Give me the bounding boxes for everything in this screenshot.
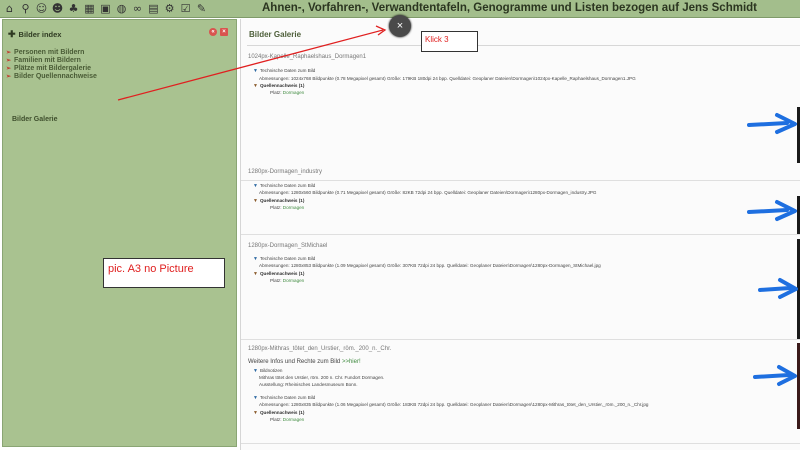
plus-icon[interactable]: ✚ [8,29,16,40]
tech-details: Abmessungen: 1280x853 Bildpunkte (1.09 M… [259,263,601,268]
settings-icon[interactable]: ⚙ [162,1,177,16]
site-title: Ahnen-, Vorfahren-, Verwandtentafeln, Ge… [262,2,757,14]
place-row: Platz: Dormagen [270,278,305,283]
triangle-down-icon: ▼ [253,271,258,277]
source-toggle[interactable]: ▼ Quellennachweis (1) [253,83,304,89]
source-toggle[interactable]: ▼ Quellennachweis (1) [253,198,304,204]
arrow-right-icon: ➢ [6,50,12,56]
arrow-right-icon [747,200,797,221]
sidebar-header: ✚ Bilder index [8,29,61,40]
arrow-right-icon [758,278,798,299]
main-content: Bilder Galerie 1024px-Kapelle_Raphaelsha… [240,19,800,450]
person-icon[interactable]: ☺ [34,1,49,16]
triangle-down-icon: ▼ [253,183,258,189]
close-button[interactable]: × [389,15,411,37]
sidebar-controls: « × [209,28,228,36]
triangle-down-icon: ▼ [253,395,258,401]
place-link[interactable]: Dormagen [283,205,304,210]
place-row: Platz: Dormagen [270,417,305,422]
image-title[interactable]: 1280px-Mithras_tötet_den_Urstier,_röm._2… [248,346,391,352]
toolbar: ⌂ ⚲ ☺ ☻ ♣ ▦ ▣ ◍ ∞ ▤ ⚙ ☑ ✎ [2,1,209,16]
place-row: Platz: Dormagen [270,90,305,95]
checklist-icon[interactable]: ☑ [178,1,193,16]
source-toggle[interactable]: ▼ Quellennachweis (1) [253,271,304,277]
notes-icon[interactable]: ✎ [194,1,209,16]
arrow-right-icon: ➢ [6,74,12,80]
triangle-down-icon: ▼ [253,256,258,262]
notes-toggle[interactable]: ▼ Bildnotizen [253,368,282,374]
place-link[interactable]: Dormagen [283,417,304,422]
collapse-icon[interactable]: « [209,28,217,36]
triangle-down-icon: ▼ [253,198,258,204]
tech-details: Abmessungen: 1024x768 Bildpunkte (0.78 M… [259,76,636,81]
more-info-row: Weitere Infos und Rechte zum Bild >>hier… [248,359,361,365]
people-icon[interactable]: ☻ [50,1,65,16]
sidebar-item-familien[interactable]: ➢ Familien mit Bildern [6,57,97,65]
annotation-no-picture: pic. A3 no Picture [103,258,225,288]
annotation-klick: Klick 3 [421,31,478,52]
home-icon[interactable]: ⌂ [2,1,17,16]
sidebar-item-galerie[interactable]: Bilder Galerie [12,116,58,123]
gallery-entry: 1280px-Dormagen_industry ▼ Technische Dat… [241,160,800,235]
arrow-right-icon: ➢ [6,58,12,64]
more-info-link[interactable]: >>hier! [342,359,361,365]
sidebar-title: Bilder index [18,30,62,39]
tech-details: Abmessungen: 1280x560 Bildpunkte (0.71 M… [259,190,597,195]
notes-line: Mithras tötet den Urstier, röm. 200 n. C… [259,375,385,380]
image-title[interactable]: 1024px-Kapelle_Raphaelshaus_Dormagen1 [248,54,366,60]
source-toggle[interactable]: ▼ Quellennachweis (1) [253,410,304,416]
map-icon[interactable]: ▦ [82,1,97,16]
triangle-down-icon: ▼ [253,368,258,374]
tech-details: Abmessungen: 1280x835 Bildpunkte (1.06 M… [259,402,649,407]
glasses-icon[interactable]: ∞ [130,1,145,16]
arrow-right-icon: ➢ [6,66,12,72]
gallery-entry: 1280px-Dormagen_StMichael ▼ Technische Da… [241,235,800,340]
sidebar: ✚ Bilder index « × ➢ Personen mit Bildern… [2,19,237,447]
search-icon[interactable]: ⚲ [18,1,33,16]
sidebar-item-personen[interactable]: ➢ Personen mit Bildern [6,49,97,57]
arrow-right-icon [753,365,797,386]
place-link[interactable]: Dormagen [283,278,304,283]
gallery-entry: 1280px-Mithras_tötet_den_Urstier,_röm._2… [241,340,800,444]
triangle-down-icon: ▼ [253,68,258,74]
tech-data-toggle[interactable]: ▼ Technische Daten zum Bild [253,395,315,401]
place-link[interactable]: Dormagen [283,90,304,95]
divider [247,45,800,46]
notes-line: Ausstellung: Rheinisches Landesmuseum Bo… [259,382,358,387]
tech-data-toggle[interactable]: ▼ Technische Daten zum Bild [253,256,315,262]
image-title[interactable]: 1280px-Dormagen_industry [248,169,322,175]
page-title: Bilder Galerie [249,30,302,39]
sidebar-item-quellen[interactable]: ➢ Bilder Quellennachweise [6,73,97,81]
globe-icon[interactable]: ◍ [114,1,129,16]
arrow-right-icon [747,113,797,134]
tree-icon[interactable]: ♣ [66,1,81,16]
sidebar-menu: ➢ Personen mit Bildern ➢ Familien mit Bild… [6,49,97,81]
place-row: Platz: Dormagen [270,205,305,210]
triangle-down-icon: ▼ [253,83,258,89]
document-icon[interactable]: ▤ [146,1,161,16]
image-title[interactable]: 1280px-Dormagen_StMichael [248,243,327,249]
tech-data-toggle[interactable]: ▼ Technische Daten zum Bild [253,183,315,189]
triangle-down-icon: ▼ [253,410,258,416]
image-icon[interactable]: ▣ [98,1,113,16]
tech-data-toggle[interactable]: ▼ Technische Daten zum Bild [253,68,315,74]
close-icon[interactable]: × [220,28,228,36]
sidebar-item-plaetze[interactable]: ➢ Plätze mit Bildergalerie [6,65,97,73]
